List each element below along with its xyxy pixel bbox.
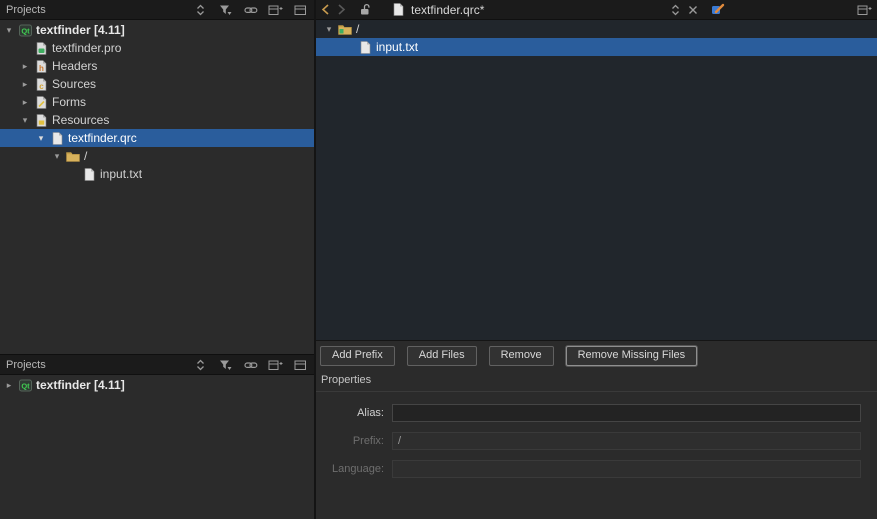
- folder-icon: [64, 150, 82, 162]
- headers-folder-icon: h: [32, 59, 50, 73]
- chevron-down-icon[interactable]: [50, 147, 64, 165]
- tree-item-label: /: [356, 22, 360, 36]
- svg-text:Qt: Qt: [21, 26, 30, 35]
- tree-item-headers[interactable]: h Headers: [0, 57, 314, 75]
- chevron-down-icon[interactable]: [322, 20, 336, 38]
- tree-item-label: Sources: [52, 77, 97, 91]
- resource-buttons: Add Prefix Add Files Remove Remove Missi…: [320, 346, 877, 366]
- filter-icon[interactable]: [218, 358, 233, 372]
- tree-item-label: Forms: [52, 95, 86, 109]
- alias-label: Alias:: [357, 407, 384, 419]
- tree-item-label: textfinder.qrc: [68, 131, 137, 145]
- link-with-editor-icon[interactable]: [243, 3, 258, 17]
- sync-selection-icon[interactable]: [193, 358, 208, 372]
- chevron-right-icon[interactable]: [18, 93, 32, 111]
- qrc-file-icon: [48, 131, 66, 145]
- sources-folder-icon: c: [32, 77, 50, 91]
- chevron-down-icon[interactable]: [2, 21, 16, 39]
- document-icon: [393, 2, 404, 18]
- unlock-icon[interactable]: [359, 2, 372, 18]
- resource-editor: textfinder.qrc* /: [316, 0, 877, 519]
- tree-item-input-txt[interactable]: input.txt: [0, 165, 314, 183]
- qt-project-icon: Qt: [16, 24, 34, 37]
- panel-header-toolbar: [193, 358, 308, 372]
- remove-missing-files-button[interactable]: Remove Missing Files: [565, 346, 698, 366]
- chevron-down-icon[interactable]: [34, 129, 48, 147]
- tree-item-resources[interactable]: Resources: [0, 111, 314, 129]
- add-files-button[interactable]: Add Files: [406, 346, 477, 366]
- tree-item-pro-file[interactable]: textfinder.pro: [0, 39, 314, 57]
- projects-panel: Projects ▾ Qt textfinder [4.11] textfind…: [0, 0, 314, 354]
- tree-item-label: Resources: [52, 113, 110, 127]
- prefix-label: Prefix:: [352, 435, 384, 447]
- tree-item-resource-prefix[interactable]: /: [316, 20, 877, 38]
- tree-item-qrc-file[interactable]: textfinder.qrc: [0, 129, 314, 147]
- tree-item-label: input.txt: [376, 40, 419, 54]
- file-icon: [356, 40, 374, 54]
- close-panel-icon[interactable]: [293, 3, 308, 17]
- language-label: Language:: [332, 463, 384, 475]
- left-sidebar: Projects ▾ Qt textfinder [4.11] textfind…: [0, 0, 316, 519]
- tree-item-resource-file[interactable]: input.txt: [316, 38, 877, 56]
- tree-item-prefix-root[interactable]: /: [0, 147, 314, 165]
- add-prefix-button[interactable]: Add Prefix: [320, 346, 395, 366]
- panel-header-toolbar: [193, 3, 308, 17]
- project-tree-secondary: Qt textfinder [4.11]: [0, 375, 314, 394]
- tree-item-label: Headers: [52, 59, 98, 73]
- tree-item-sources[interactable]: c Sources: [0, 75, 314, 93]
- chevron-right-icon[interactable]: [18, 57, 32, 75]
- file-icon: [80, 167, 98, 181]
- pro-file-icon: [32, 41, 50, 55]
- properties-section-title: Properties: [316, 374, 877, 392]
- prefix-input: [392, 432, 861, 450]
- designer-icon[interactable]: [711, 2, 725, 18]
- project-tree: Qt textfinder [4.11] textfinder.pro h: [0, 20, 314, 183]
- resources-folder-icon: [32, 113, 50, 127]
- tree-item-label: textfinder [4.11]: [36, 378, 125, 392]
- chevron-right-icon[interactable]: [2, 376, 16, 394]
- tree-item-label: textfinder.pro: [52, 41, 122, 55]
- open-document-title[interactable]: textfinder.qrc*: [411, 3, 579, 17]
- close-panel-icon[interactable]: [293, 358, 308, 372]
- resource-prefix-folder-icon: [336, 23, 354, 35]
- remove-button[interactable]: Remove: [488, 346, 554, 366]
- alias-input[interactable]: [392, 404, 861, 422]
- language-input: [392, 460, 861, 478]
- panel-title: Projects: [6, 358, 46, 371]
- properties-form: Alias: Prefix: Language:: [320, 404, 861, 478]
- back-icon[interactable]: [321, 2, 330, 18]
- panel-title: Projects: [6, 3, 46, 16]
- tree-item-label: textfinder [4.11]: [36, 23, 125, 37]
- document-dropdown-icon[interactable]: [670, 2, 681, 18]
- chevron-down-icon[interactable]: [18, 111, 32, 129]
- projects-panel-header: Projects: [0, 0, 314, 20]
- close-document-icon[interactable]: [688, 2, 698, 18]
- tree-item-label: input.txt: [100, 167, 143, 181]
- link-with-editor-icon[interactable]: [243, 358, 258, 372]
- forward-icon[interactable]: [337, 2, 346, 18]
- svg-text:c: c: [39, 82, 44, 91]
- tree-item-project-root[interactable]: Qt textfinder [4.11]: [0, 376, 314, 394]
- projects-panel-header: Projects: [0, 355, 314, 375]
- tree-item-label: /: [84, 149, 88, 163]
- split-panel-icon[interactable]: [268, 3, 283, 17]
- projects-panel-secondary: Projects ▸ Qt textfinder [4.11]: [0, 354, 314, 519]
- split-panel-icon[interactable]: [268, 358, 283, 372]
- filter-icon[interactable]: [218, 3, 233, 17]
- split-editor-icon[interactable]: [857, 2, 872, 18]
- qt-creator-window: Projects ▾ Qt textfinder [4.11] textfind…: [0, 0, 877, 519]
- tree-item-forms[interactable]: Forms: [0, 93, 314, 111]
- svg-text:h: h: [39, 64, 44, 73]
- resource-tree: / input.txt: [316, 20, 877, 340]
- resource-editor-footer: Add Prefix Add Files Remove Remove Missi…: [316, 340, 877, 519]
- chevron-right-icon[interactable]: [18, 75, 32, 93]
- sync-selection-icon[interactable]: [193, 3, 208, 17]
- svg-text:Qt: Qt: [21, 381, 30, 390]
- editor-toolbar: textfinder.qrc*: [316, 0, 877, 20]
- tree-item-project-root[interactable]: Qt textfinder [4.11]: [0, 21, 314, 39]
- forms-folder-icon: [32, 95, 50, 109]
- qt-project-icon: Qt: [16, 379, 34, 392]
